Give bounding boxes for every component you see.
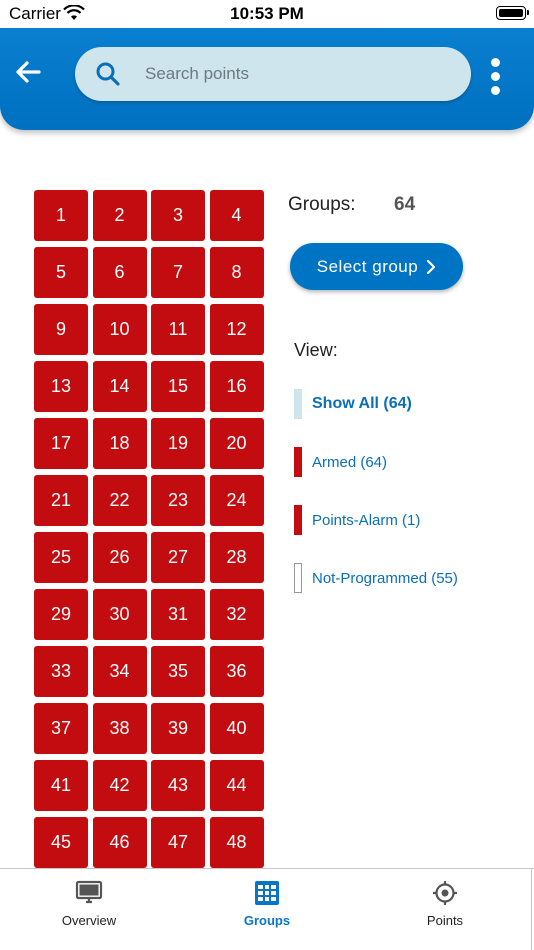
group-cell[interactable]: 26 xyxy=(92,532,147,583)
group-cell[interactable]: 48 xyxy=(209,817,264,868)
group-cell[interactable]: 8 xyxy=(209,247,264,298)
group-cell[interactable]: 16 xyxy=(209,361,264,412)
group-cell[interactable]: 43 xyxy=(151,760,205,811)
legend-swatch xyxy=(294,447,302,477)
legend-label: Armed (64) xyxy=(312,453,388,471)
group-cell[interactable]: 7 xyxy=(151,247,205,298)
tab-points[interactable]: Points xyxy=(356,869,534,950)
group-cell[interactable]: 10 xyxy=(92,304,147,355)
group-cell[interactable]: 29 xyxy=(34,589,88,640)
search-input[interactable] xyxy=(145,47,455,101)
battery-icon xyxy=(496,6,529,20)
group-cell[interactable]: 23 xyxy=(151,475,205,526)
legend-show-all[interactable]: Show All (64) xyxy=(294,389,412,419)
group-cell[interactable]: 30 xyxy=(92,589,147,640)
tab-label: Overview xyxy=(61,913,117,928)
group-cell[interactable]: 1 xyxy=(34,190,88,241)
group-cell[interactable]: 2 xyxy=(92,190,147,241)
group-cell[interactable]: 37 xyxy=(34,703,88,754)
group-cell[interactable]: 20 xyxy=(209,418,264,469)
tab-label: Groups xyxy=(243,913,291,928)
group-cell[interactable]: 17 xyxy=(34,418,88,469)
group-cell[interactable]: 41 xyxy=(34,760,88,811)
legend-not-programmed[interactable]: Not-Programmed (55) xyxy=(294,563,458,593)
group-cell[interactable]: 25 xyxy=(34,532,88,583)
group-cell[interactable]: 13 xyxy=(34,361,88,412)
group-cell[interactable]: 21 xyxy=(34,475,88,526)
legend-swatch xyxy=(294,389,302,419)
legend-label: Not-Programmed (55) xyxy=(312,569,458,587)
group-cell[interactable]: 18 xyxy=(92,418,147,469)
group-cell[interactable]: 46 xyxy=(92,817,147,868)
legend-swatch xyxy=(294,563,302,593)
grid-icon xyxy=(255,881,279,905)
legend-points-alarm[interactable]: Points-Alarm (1) xyxy=(294,505,420,535)
view-label: View: xyxy=(294,340,338,360)
group-cell[interactable]: 35 xyxy=(151,646,205,697)
group-cell[interactable]: 11 xyxy=(151,304,205,355)
group-cell[interactable]: 4 xyxy=(209,190,264,241)
legend-swatch xyxy=(294,505,302,535)
select-group-label: Select group xyxy=(316,256,419,276)
group-grid: 1 2 3 4 5 6 7 8 9 10 11 12 13 14 15 16 17 18 19 20 21 22 23 24 2… xyxy=(34,190,266,868)
groups-count: 64 xyxy=(394,194,416,215)
group-cell[interactable]: 31 xyxy=(151,589,205,640)
group-cell[interactable]: 3 xyxy=(151,190,205,241)
search-icon xyxy=(96,62,120,86)
tab-label: Points xyxy=(426,913,464,928)
group-cell[interactable]: 5 xyxy=(34,247,88,298)
group-cell[interactable]: 36 xyxy=(209,646,264,697)
group-cell[interactable]: 24 xyxy=(209,475,264,526)
group-cell[interactable]: 42 xyxy=(92,760,147,811)
group-cell[interactable]: 32 xyxy=(209,589,264,640)
group-cell[interactable]: 22 xyxy=(92,475,147,526)
group-cell[interactable]: 9 xyxy=(34,304,88,355)
group-cell[interactable]: 15 xyxy=(151,361,205,412)
bottom-tab-bar: Overview Groups Points xyxy=(0,868,534,950)
group-cell[interactable]: 27 xyxy=(151,532,205,583)
tabbar-edge xyxy=(531,868,532,950)
group-cell[interactable]: 14 xyxy=(92,361,147,412)
monitor-icon xyxy=(75,880,103,904)
status-time: 10:53 PM xyxy=(230,4,304,23)
chevron-right-icon xyxy=(427,259,436,274)
group-cell[interactable]: 45 xyxy=(34,817,88,868)
tab-overview[interactable]: Overview xyxy=(0,869,178,950)
search-bar[interactable] xyxy=(75,47,471,101)
group-cell[interactable]: 47 xyxy=(151,817,205,868)
tab-groups[interactable]: Groups xyxy=(178,869,356,950)
group-cell[interactable]: 6 xyxy=(92,247,147,298)
select-group-button[interactable]: Select group xyxy=(290,243,463,290)
legend-armed[interactable]: Armed (64) xyxy=(294,447,387,477)
status-bar: Carrier 10:53 PM xyxy=(0,0,534,28)
target-icon xyxy=(433,881,457,905)
group-cell[interactable]: 28 xyxy=(209,532,264,583)
group-cell[interactable]: 40 xyxy=(209,703,264,754)
group-cell[interactable]: 12 xyxy=(209,304,264,355)
group-cell[interactable]: 33 xyxy=(34,646,88,697)
groups-label: Groups: xyxy=(288,194,356,215)
more-vertical-icon[interactable] xyxy=(486,56,506,96)
group-cell[interactable]: 34 xyxy=(92,646,147,697)
app-header xyxy=(0,28,534,130)
group-cell[interactable]: 38 xyxy=(92,703,147,754)
group-cell[interactable]: 44 xyxy=(209,760,264,811)
legend-label: Points-Alarm (1) xyxy=(312,511,421,529)
legend-label: Show All (64) xyxy=(312,395,412,412)
group-cell[interactable]: 19 xyxy=(151,418,205,469)
group-cell[interactable]: 39 xyxy=(151,703,205,754)
back-arrow-icon[interactable] xyxy=(12,56,44,88)
